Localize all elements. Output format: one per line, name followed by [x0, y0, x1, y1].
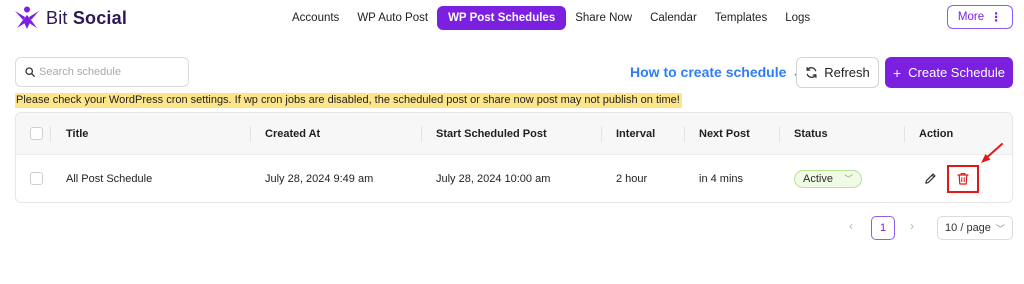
- pagination-prev-button[interactable]: ‹: [844, 219, 858, 233]
- edit-icon[interactable]: [924, 172, 937, 185]
- refresh-icon: [806, 67, 817, 78]
- column-divider: [421, 126, 422, 142]
- column-header-status[interactable]: Status: [794, 113, 828, 154]
- brand-logo[interactable]: Bit Social: [14, 5, 127, 31]
- create-schedule-button[interactable]: + Create Schedule: [885, 57, 1013, 88]
- create-schedule-label: Create Schedule: [908, 65, 1006, 80]
- row-title: All Post Schedule: [66, 172, 153, 185]
- nav-item-wp-post-schedules[interactable]: WP Post Schedules: [437, 6, 567, 30]
- bit-social-logo-icon: [15, 6, 39, 29]
- status-select[interactable]: Active ﹀: [794, 169, 862, 188]
- nav-item-accounts[interactable]: Accounts: [283, 6, 348, 30]
- row-status-cell: Active ﹀: [794, 155, 862, 202]
- table-header: Title Created At Start Scheduled Post In…: [16, 113, 1012, 155]
- delete-icon: [957, 173, 969, 185]
- how-to-link-label: How to create schedule: [630, 63, 787, 80]
- column-header-title[interactable]: Title: [66, 113, 88, 154]
- table-row: All Post Schedule July 28, 2024 9:49 am …: [16, 155, 1012, 202]
- nav-item-calendar[interactable]: Calendar: [641, 6, 706, 30]
- more-button-label: More: [957, 11, 985, 23]
- search-icon: [25, 67, 35, 77]
- cron-warning-banner: Please check your WordPress cron setting…: [15, 93, 682, 108]
- row-checkbox[interactable]: [30, 172, 43, 185]
- page-size-value: 10 / page: [945, 222, 991, 234]
- schedules-table: Title Created At Start Scheduled Post In…: [15, 112, 1013, 203]
- search-input[interactable]: [39, 66, 179, 78]
- column-header-created-at[interactable]: Created At: [265, 113, 320, 154]
- row-start-scheduled-post: July 28, 2024 10:00 am: [436, 172, 551, 185]
- top-header: Bit Social Accounts WP Auto Post WP Post…: [0, 0, 1024, 36]
- nav-item-templates[interactable]: Templates: [706, 6, 776, 30]
- plus-icon: +: [892, 64, 902, 81]
- pagination-next-button[interactable]: ›: [905, 219, 919, 233]
- search-box[interactable]: [15, 57, 189, 87]
- row-select-cell: [30, 155, 43, 202]
- more-button[interactable]: More ⋮: [947, 5, 1013, 29]
- chevron-down-icon: ﹀: [843, 174, 853, 184]
- nav-item-wp-auto-post[interactable]: WP Auto Post: [348, 6, 437, 30]
- row-interval: 2 hour: [616, 172, 648, 185]
- column-header-action: Action: [919, 127, 954, 140]
- pagination-page-1[interactable]: 1: [871, 216, 895, 240]
- delete-button[interactable]: [947, 164, 979, 193]
- refresh-button[interactable]: Refresh: [796, 57, 879, 88]
- column-divider: [904, 126, 905, 142]
- vertical-dots-icon: ⋮: [990, 10, 1003, 24]
- column-divider: [779, 126, 780, 142]
- refresh-button-label: Refresh: [824, 65, 870, 80]
- page-size-select[interactable]: 10 / page ﹀: [937, 216, 1013, 240]
- row-action-cell: [924, 155, 979, 202]
- column-header-start-scheduled-post[interactable]: Start Scheduled Post: [436, 113, 547, 154]
- column-header-interval[interactable]: Interval: [616, 113, 655, 154]
- column-divider: [601, 126, 602, 142]
- how-to-create-schedule-link[interactable]: How to create schedule ↗: [630, 63, 804, 80]
- main-nav: Accounts WP Auto Post WP Post Schedules …: [283, 5, 819, 31]
- annotation-arrow-icon: [981, 143, 1003, 163]
- column-divider: [50, 126, 51, 142]
- chevron-down-icon: ﹀: [995, 223, 1005, 234]
- select-all-checkbox[interactable]: [30, 127, 43, 140]
- status-value: Active: [803, 172, 833, 185]
- column-header-next-post[interactable]: Next Post: [699, 113, 750, 154]
- select-all-cell: [30, 113, 43, 154]
- nav-item-logs[interactable]: Logs: [776, 6, 819, 30]
- row-next-post: in 4 mins: [699, 172, 744, 185]
- brand-name: Bit Social: [46, 7, 128, 28]
- column-divider: [684, 126, 685, 142]
- column-divider: [250, 126, 251, 142]
- nav-item-share-now[interactable]: Share Now: [566, 6, 641, 30]
- row-created-at: July 28, 2024 9:49 am: [265, 172, 374, 185]
